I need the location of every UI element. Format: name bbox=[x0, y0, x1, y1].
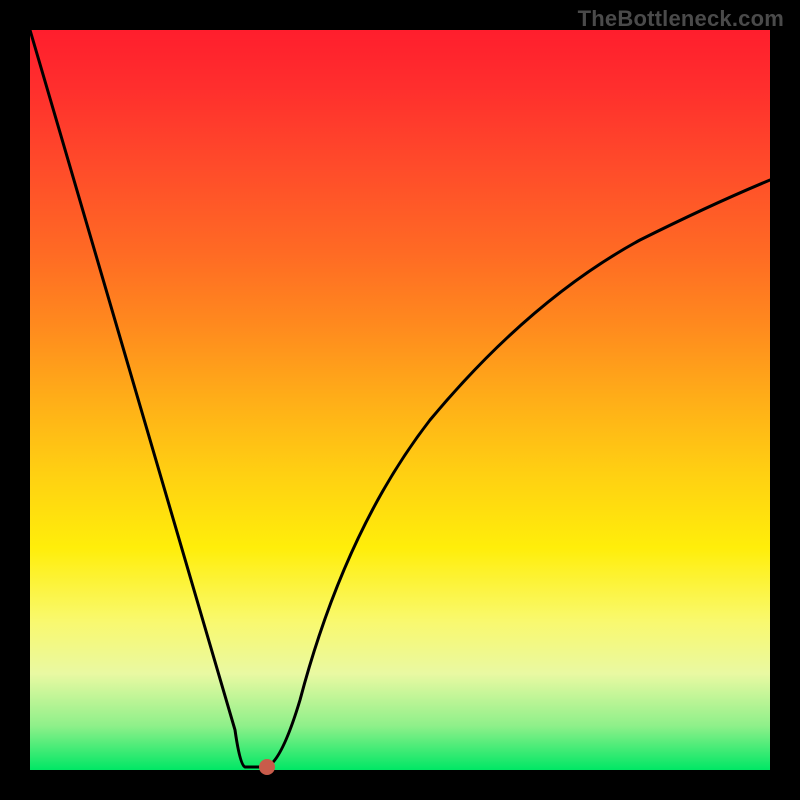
optimal-point-marker bbox=[259, 759, 275, 775]
watermark-text: TheBottleneck.com bbox=[578, 6, 784, 32]
plot-area bbox=[30, 30, 770, 770]
bottleneck-curve bbox=[30, 30, 770, 770]
chart-frame: TheBottleneck.com bbox=[0, 0, 800, 800]
